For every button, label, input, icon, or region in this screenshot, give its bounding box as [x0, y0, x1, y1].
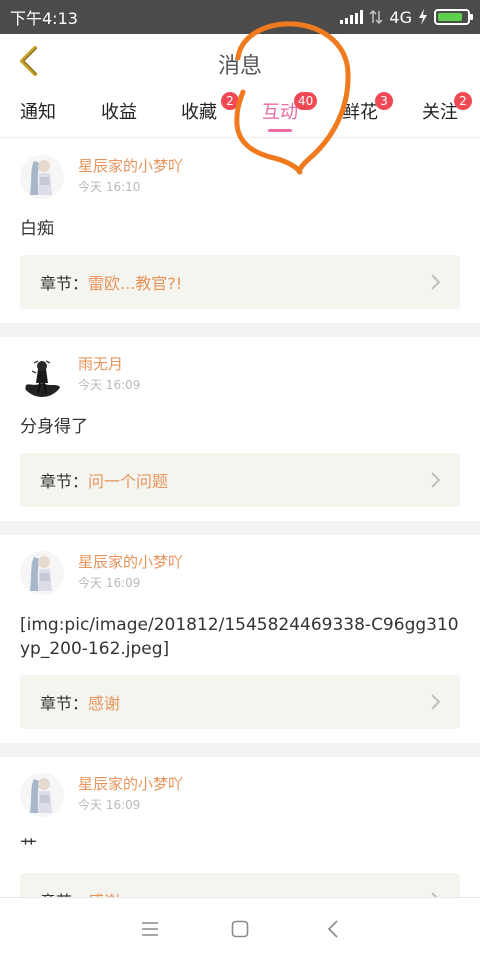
chapter-title: 感谢 — [88, 694, 121, 713]
chevron-right-icon — [431, 472, 441, 488]
item-header: 星辰家的小梦吖 今天 16:09 — [20, 773, 460, 825]
chapter-title: 问一个问题 — [88, 472, 169, 491]
home-button[interactable] — [225, 916, 255, 942]
tab-badge: 3 — [375, 92, 393, 110]
item-meta: 星辰家的小梦吖 今天 16:09 — [78, 773, 183, 814]
chapter-link[interactable]: 章节： 问一个问题 — [20, 453, 460, 507]
tab-label: 收益 — [101, 102, 137, 123]
chapter-title: 感谢 — [88, 888, 428, 897]
menu-button[interactable] — [135, 916, 165, 942]
item-meta: 雨无月 今天 16:09 — [78, 353, 140, 394]
chapter-label: 章节： — [40, 472, 89, 491]
username[interactable]: 雨无月 — [78, 353, 140, 375]
system-back-button[interactable] — [318, 916, 348, 942]
data-transfer-icon — [369, 9, 383, 25]
avatar[interactable] — [20, 353, 64, 397]
chapter-title: 雷欧...教官?! — [88, 274, 183, 293]
list-item: 星辰家的小梦吖 今天 16:09 [img:pic/image/201812/1… — [0, 535, 480, 743]
list-item: 星辰家的小梦吖 今天 16:10 白痴 章节： 雷欧...教官?! — [0, 139, 480, 323]
item-meta: 星辰家的小梦吖 今天 16:10 — [78, 155, 183, 196]
timestamp: 今天 16:09 — [78, 576, 141, 590]
tab-label: 通知 — [20, 102, 56, 123]
username[interactable]: 星辰家的小梦吖 — [78, 773, 183, 795]
avatar-girl-icon — [20, 773, 64, 817]
avatar-dark-figure-icon — [20, 353, 64, 397]
tab-follows[interactable]: 关注 2 — [422, 92, 472, 132]
chapter-link[interactable]: 章节： 雷欧...教官?! — [20, 255, 460, 309]
message-text: 分身得了 — [20, 417, 88, 437]
item-header: 星辰家的小梦吖 今天 16:09 — [20, 551, 460, 603]
avatar[interactable] — [20, 551, 64, 595]
chapter-link[interactable]: 章节： 感谢 — [20, 675, 460, 729]
tab-earnings[interactable]: 收益 — [101, 98, 137, 132]
tab-label: 收藏 — [181, 102, 217, 123]
username[interactable]: 星辰家的小梦吖 — [78, 155, 183, 177]
item-meta: 星辰家的小梦吖 今天 16:09 — [78, 551, 183, 592]
username[interactable]: 星辰家的小梦吖 — [78, 551, 183, 573]
tab-label: 互动 — [262, 102, 298, 123]
active-tab-indicator — [268, 129, 292, 132]
home-square-icon — [231, 920, 249, 938]
status-icons: 4G — [340, 7, 473, 27]
status-bar: 下午4:13 4G — [0, 0, 480, 34]
header: 消息 — [0, 34, 480, 88]
tab-badge: 2 — [454, 92, 472, 110]
avatar-girl-icon — [20, 551, 64, 595]
signal-icon — [340, 10, 364, 24]
tab-bar: 通知 收益 收藏 2 互动 40 鲜花 3 关注 2 — [0, 88, 480, 138]
battery-level — [438, 13, 462, 21]
avatar-girl-icon — [20, 155, 64, 199]
message-text: [img:pic/image/201812/1545824469338-C96g… — [20, 615, 459, 659]
network-type: 4G — [389, 7, 412, 27]
chapter-link[interactable]: 章节： 感谢 — [20, 873, 460, 897]
item-header: 星辰家的小梦吖 今天 16:10 — [20, 155, 460, 207]
list-item: 雨无月 今天 16:09 分身得了 章节： 问一个问题 — [0, 337, 480, 521]
message-text: 艹 — [20, 837, 37, 857]
app-root: { "status_bar": { "time": "下午4:13", "net… — [0, 0, 480, 960]
avatar[interactable] — [20, 155, 64, 199]
system-nav-bar — [0, 897, 480, 960]
chapter-label: 章节： — [40, 888, 88, 897]
timestamp: 今天 16:09 — [78, 378, 141, 392]
menu-icon — [142, 922, 158, 936]
charging-icon — [419, 9, 427, 25]
chapter-label: 章节： — [40, 694, 89, 713]
timestamp: 今天 16:10 — [78, 180, 141, 194]
chapter-label: 章节： — [40, 274, 89, 293]
avatar[interactable] — [20, 773, 64, 817]
tab-interactions[interactable]: 互动 40 — [262, 92, 318, 132]
battery-icon — [434, 9, 473, 25]
list-item: 星辰家的小梦吖 今天 16:09 艹 章节： 感谢 — [0, 757, 480, 897]
item-header: 雨无月 今天 16:09 — [20, 353, 460, 405]
timestamp: 今天 16:09 — [78, 798, 141, 812]
tab-badge: 2 — [221, 92, 239, 110]
tab-badge: 40 — [294, 92, 318, 110]
message-feed[interactable]: 星辰家的小梦吖 今天 16:10 白痴 章节： 雷欧...教官?! 雨无月 今天… — [0, 139, 480, 897]
back-arrow-icon — [327, 920, 338, 938]
tab-label: 关注 — [422, 102, 458, 123]
message-text: 白痴 — [20, 219, 54, 239]
tab-notifications[interactable]: 通知 — [20, 98, 56, 132]
tab-favorites[interactable]: 收藏 2 — [181, 92, 239, 132]
status-time: 下午4:13 — [10, 9, 78, 28]
tab-label: 鲜花 — [342, 102, 378, 123]
page-title: 消息 — [217, 54, 262, 79]
chevron-right-icon — [431, 892, 438, 897]
tab-flowers[interactable]: 鲜花 3 — [342, 92, 393, 132]
chevron-right-icon — [431, 694, 441, 710]
chevron-right-icon — [431, 274, 441, 290]
